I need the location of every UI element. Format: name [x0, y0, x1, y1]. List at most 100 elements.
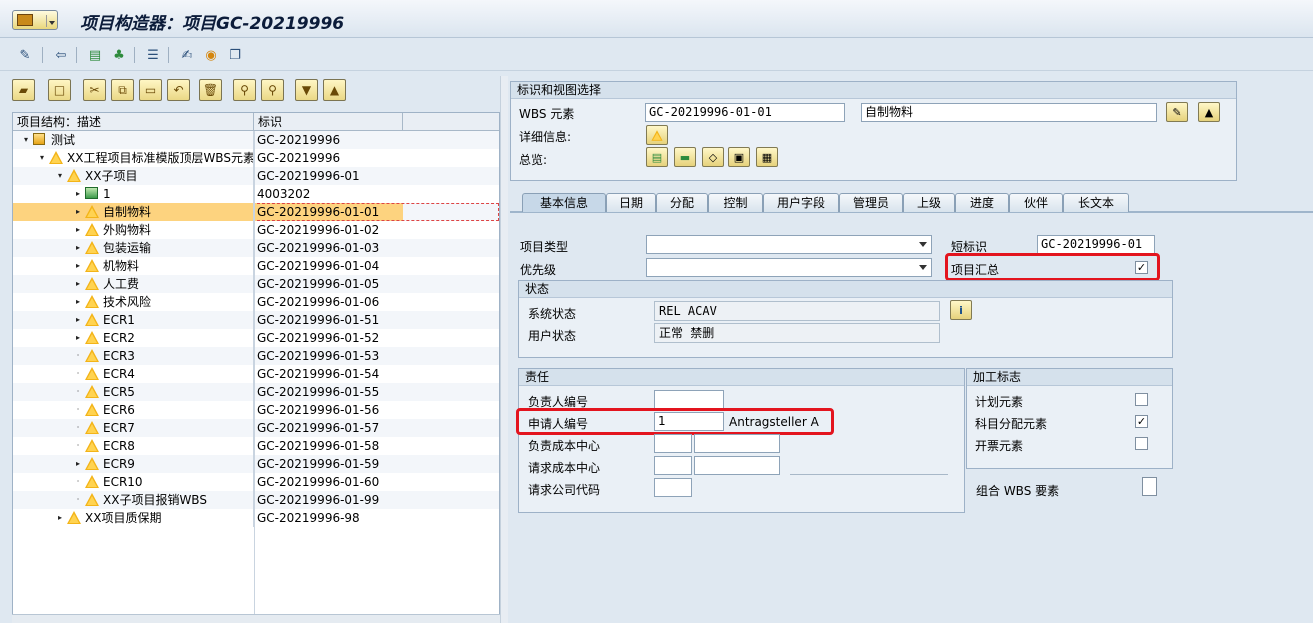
tree-node-cell[interactable]: · ECR7 — [13, 419, 254, 437]
tree-node-cell[interactable]: ▸ 人工费 — [13, 275, 254, 293]
tree-row[interactable]: ▸ 包装运输 GC-20219996-01-03 — [13, 239, 499, 257]
priority-select[interactable] — [646, 258, 932, 277]
edit-icon[interactable]: ✍ — [178, 46, 196, 64]
tree-node-cell[interactable]: · ECR6 — [13, 401, 254, 419]
grouping-wbs-input[interactable] — [1142, 477, 1157, 496]
tree-row[interactable]: ▸ ECR2 GC-20219996-01-52 — [13, 329, 499, 347]
wbs-description-input[interactable]: 自制物料 — [861, 103, 1157, 122]
tree-node-cell[interactable]: ▾ XX工程项目标准模版顶层WBS元素 — [13, 149, 254, 167]
wbs-element-input[interactable]: GC-20219996-01-01 — [645, 103, 845, 122]
tab-superior[interactable]: 上级 — [903, 193, 955, 212]
hierarchy-overview-icon[interactable]: ▤ — [646, 147, 668, 167]
tab-dates[interactable]: 日期 — [606, 193, 656, 212]
wbs-detail-icon[interactable] — [646, 125, 668, 145]
column-header-id[interactable]: 标识 — [254, 113, 403, 130]
tree-row[interactable]: · ECR3 GC-20219996-01-53 — [13, 347, 499, 365]
expanded-node-icon[interactable]: ▾ — [55, 167, 65, 185]
tree-node-cell[interactable]: ▸ XX项目质保期 — [13, 509, 254, 527]
tree-row[interactable]: ▸ 1 4003202 — [13, 185, 499, 203]
leaf-node-icon[interactable]: · — [73, 491, 83, 509]
tree-node-cell[interactable]: · ECR8 — [13, 437, 254, 455]
account-assignment-checkbox[interactable]: ✓ — [1135, 415, 1148, 428]
tree-node-cell[interactable]: ▸ 外购物料 — [13, 221, 254, 239]
horizontal-scrollbar[interactable] — [12, 614, 500, 623]
tab-administration[interactable]: 管理员 — [839, 193, 903, 212]
expanded-node-icon[interactable]: ▾ — [37, 149, 47, 167]
tree-row[interactable]: · XX子项目报销WBS GC-20219996-01-99 — [13, 491, 499, 509]
tree-node-cell[interactable]: · ECR4 — [13, 365, 254, 383]
find-next-icon[interactable]: ⚲ — [261, 79, 284, 101]
tree-row[interactable]: · ECR10 GC-20219996-01-60 — [13, 473, 499, 491]
collapsed-node-icon[interactable]: ▸ — [73, 257, 83, 275]
cut-icon[interactable]: ✂ — [83, 79, 106, 101]
delete-icon[interactable]: 🗑 — [199, 79, 222, 101]
tree-node-cell[interactable]: ▸ 技术风险 — [13, 293, 254, 311]
leaf-node-icon[interactable]: · — [73, 437, 83, 455]
tree-row[interactable]: · ECR4 GC-20219996-01-54 — [13, 365, 499, 383]
tree-node-cell[interactable]: ▸ 自制物料 — [13, 203, 254, 221]
open-folder-icon[interactable]: ▰ — [12, 79, 35, 101]
short-id-input[interactable]: GC-20219996-01 — [1037, 235, 1155, 254]
tree-row[interactable]: · ECR7 GC-20219996-01-57 — [13, 419, 499, 437]
leaf-node-icon[interactable]: · — [73, 383, 83, 401]
billing-element-checkbox[interactable] — [1135, 437, 1148, 450]
tree-node-cell[interactable]: · XX子项目报销WBS — [13, 491, 254, 509]
project-structure-tree[interactable]: 项目结构：描述 标识 ▾ 测试 GC-20219996 ▾ XX工程项目标准模版顶层WB… — [12, 112, 500, 617]
undo-icon[interactable]: ↶ — [167, 79, 190, 101]
tree-node-cell[interactable]: ▸ ECR9 — [13, 455, 254, 473]
tree-node-cell[interactable]: ▸ ECR2 — [13, 329, 254, 347]
requesting-company-code-input[interactable] — [654, 478, 692, 497]
info-icon[interactable]: i — [950, 300, 972, 320]
tree-row[interactable]: ▸ 人工费 GC-20219996-01-05 — [13, 275, 499, 293]
tab-assignment[interactable]: 分配 — [656, 193, 708, 212]
orange-hierarchy-icon[interactable]: ♣ — [110, 46, 128, 64]
tree-row[interactable]: · ECR8 GC-20219996-01-58 — [13, 437, 499, 455]
list-icon[interactable]: ☰ — [144, 46, 162, 64]
tab-partner[interactable]: 伙伴 — [1009, 193, 1063, 212]
copy-icon[interactable]: ⧉ — [111, 79, 134, 101]
responsible-cost-center-input[interactable] — [694, 434, 780, 453]
collapsed-node-icon[interactable]: ▸ — [73, 275, 83, 293]
green-hierarchy-icon[interactable]: ▤ — [86, 46, 104, 64]
collapsed-node-icon[interactable]: ▸ — [73, 239, 83, 257]
edit-text-icon[interactable]: ✎ — [1166, 102, 1188, 122]
tree-row[interactable]: ▾ XX子项目 GC-20219996-01 — [13, 167, 499, 185]
tree-node-cell[interactable]: ▸ 机物料 — [13, 257, 254, 275]
project-type-select[interactable] — [646, 235, 932, 254]
list-overview-icon[interactable]: ▦ — [756, 147, 778, 167]
leaf-node-icon[interactable]: · — [73, 401, 83, 419]
tree-node-cell[interactable]: ▸ 1 — [13, 185, 254, 203]
picture-icon[interactable]: ▲ — [1198, 102, 1220, 122]
planning-element-checkbox[interactable] — [1135, 393, 1148, 406]
tree-row[interactable]: ▸ 机物料 GC-20219996-01-04 — [13, 257, 499, 275]
collapse-icon[interactable]: ▲ — [323, 79, 346, 101]
bar-overview-icon[interactable]: ▬ — [674, 147, 696, 167]
tree-row[interactable]: ▸ 自制物料 GC-20219996-01-01 — [13, 203, 499, 221]
coin-icon[interactable]: ◉ — [202, 46, 220, 64]
tree-row[interactable]: · ECR5 GC-20219996-01-55 — [13, 383, 499, 401]
requesting-cost-center-input[interactable] — [694, 456, 780, 475]
tree-row[interactable]: ▸ ECR9 GC-20219996-01-59 — [13, 455, 499, 473]
collapsed-node-icon[interactable]: ▸ — [55, 509, 65, 527]
expand-icon[interactable]: ▼ — [295, 79, 318, 101]
responsible-cost-center-area-input[interactable] — [654, 434, 692, 453]
pane-splitter[interactable] — [500, 76, 508, 623]
tab-control[interactable]: 控制 — [708, 193, 763, 212]
leaf-node-icon[interactable]: · — [73, 347, 83, 365]
tree-node-cell[interactable]: · ECR10 — [13, 473, 254, 491]
collapsed-node-icon[interactable]: ▸ — [73, 329, 83, 347]
tree-node-cell[interactable]: ▾ 测试 — [13, 131, 254, 149]
tree-row[interactable]: ▾ 测试 GC-20219996 — [13, 131, 499, 149]
tree-node-cell[interactable]: · ECR5 — [13, 383, 254, 401]
tree-node-cell[interactable]: · ECR3 — [13, 347, 254, 365]
back-nav-icon[interactable]: ⇦ — [52, 46, 70, 64]
pencil-glasses-icon[interactable]: ✎ — [16, 46, 34, 64]
collapsed-node-icon[interactable]: ▸ — [73, 203, 83, 221]
tree-row[interactable]: · ECR6 GC-20219996-01-56 — [13, 401, 499, 419]
tab-progress[interactable]: 进度 — [955, 193, 1009, 212]
collapsed-node-icon[interactable]: ▸ — [73, 221, 83, 239]
tab-basic-info[interactable]: 基本信息 — [522, 193, 606, 212]
column-header-description[interactable]: 项目结构：描述 — [13, 113, 254, 130]
new-doc-icon[interactable]: □ — [48, 79, 71, 101]
tree-node-cell[interactable]: ▸ ECR1 — [13, 311, 254, 329]
